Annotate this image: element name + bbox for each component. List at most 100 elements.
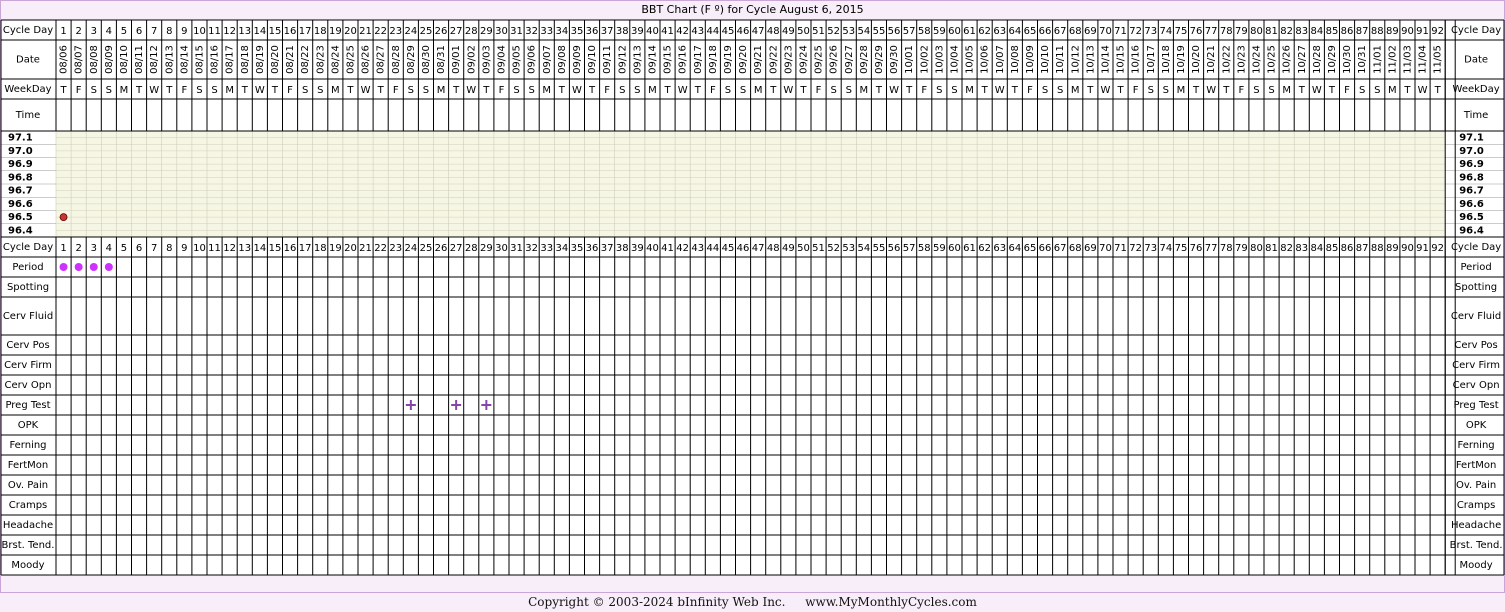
cycle-day-number: 37 <box>601 243 614 254</box>
cycle-day-number: 32 <box>525 243 538 254</box>
symptom-row-brst-tend-label-right: Brst. Tend. <box>1450 540 1503 551</box>
cycle-day-number: 69 <box>1084 26 1097 37</box>
cycle-day-number: 28 <box>465 26 478 37</box>
cycle-day-number: 87 <box>1356 243 1369 254</box>
weekday-label: F <box>1238 85 1244 96</box>
cycle-day-number: 31 <box>510 243 523 254</box>
date-label: 08/07 <box>74 45 85 74</box>
date-label: 09/14 <box>647 45 658 74</box>
weekday-label: S <box>106 85 112 96</box>
temp-tick-label-right: 96.8 <box>1459 172 1484 183</box>
cycle-day-number: 67 <box>1054 26 1067 37</box>
date-label: 08/19 <box>255 45 266 74</box>
cycle-day-number: 80 <box>1250 26 1263 37</box>
cycle-day-number: 3 <box>91 26 97 37</box>
cycle-day-number: 32 <box>525 26 538 37</box>
date-label: 08/13 <box>164 45 175 74</box>
date-label: 10/13 <box>1085 45 1096 74</box>
cycle-day-number: 39 <box>631 26 644 37</box>
cycle-day-number: 13 <box>238 243 251 254</box>
date-label: 08/14 <box>179 45 190 74</box>
weekday-label: S <box>528 85 534 96</box>
cycle-day-row-label-right: Cycle Day <box>1451 25 1501 36</box>
cycle-day-number: 74 <box>1159 26 1172 37</box>
weekday-label: T <box>558 85 566 96</box>
date-label: 09/02 <box>466 45 477 74</box>
cycle-day-number: 91 <box>1416 243 1429 254</box>
date-label: 10/18 <box>1161 45 1172 74</box>
weekday-label: T <box>482 85 490 96</box>
cycle-day-number: 16 <box>284 243 297 254</box>
weekday-label: S <box>302 85 308 96</box>
cycle-day-number: 7 <box>151 26 157 37</box>
weekday-label: S <box>936 85 942 96</box>
weekday-label: S <box>423 85 429 96</box>
cycle-day-number: 64 <box>1008 243 1021 254</box>
cycle-day-number: 86 <box>1341 243 1354 254</box>
cycle-day-number: 72 <box>1129 243 1142 254</box>
date-label: 08/20 <box>270 45 281 74</box>
cycle-day-number: 76 <box>1190 26 1203 37</box>
weekday-label: W <box>1206 85 1216 96</box>
temp-tick-label-left: 96.6 <box>8 199 33 210</box>
temp-tick-label-left: 97.0 <box>8 146 33 157</box>
weekday-label: S <box>1148 85 1154 96</box>
cycle-day-number: 14 <box>253 243 266 254</box>
weekday-label: S <box>513 85 519 96</box>
temp-tick-label-left: 96.8 <box>8 172 33 183</box>
date-label: 10/20 <box>1191 45 1202 74</box>
cycle-day-number: 15 <box>269 26 282 37</box>
cycle-day-number: 2 <box>75 243 81 254</box>
date-label: 08/21 <box>285 45 296 74</box>
cycle-day-number: 64 <box>1008 26 1021 37</box>
date-label: 10/07 <box>995 45 1006 74</box>
cycle-day-number: 12 <box>223 243 236 254</box>
cycle-day-number: 6 <box>136 243 142 254</box>
date-label: 09/27 <box>844 45 855 74</box>
date-label: 08/26 <box>361 45 372 74</box>
date-label: 10/25 <box>1267 45 1278 74</box>
cycle-day-number: 84 <box>1310 26 1323 37</box>
cycle-day-number: 59 <box>933 243 946 254</box>
date-label: 10/26 <box>1282 45 1293 74</box>
date-label: 08/31 <box>436 45 447 74</box>
cycle-day-number: 60 <box>948 243 961 254</box>
symptom-row-period-label-left: Period <box>12 262 43 273</box>
cycle-day-number: 75 <box>1175 26 1188 37</box>
date-label: 10/19 <box>1176 45 1187 74</box>
cycle-day-number: 87 <box>1356 26 1369 37</box>
site-link[interactable]: www.MyMonthlyCycles.com <box>805 595 977 609</box>
cycle-day-number: 24 <box>404 243 417 254</box>
cycle-day-number: 68 <box>1069 243 1082 254</box>
weekday-label: F <box>604 85 610 96</box>
cycle-day-number: 57 <box>903 26 916 37</box>
date-label: 09/05 <box>512 45 523 74</box>
date-label: 08/22 <box>300 45 311 74</box>
date-label: 11/02 <box>1387 45 1398 74</box>
cycle-day-number: 39 <box>631 243 644 254</box>
cycle-day-number: 55 <box>873 26 886 37</box>
cycle-day-number: 90 <box>1401 26 1414 37</box>
cycle-day-number: 83 <box>1295 243 1308 254</box>
temp-tick-label-right: 96.7 <box>1459 186 1484 197</box>
cycle-day-number: 53 <box>842 26 855 37</box>
cycle-day-number: 12 <box>223 26 236 37</box>
symptom-row-brst-tend-label-left: Brst. Tend. <box>2 540 55 551</box>
date-label: 09/16 <box>678 45 689 74</box>
period-dot <box>74 263 83 271</box>
cycle-day-number: 82 <box>1280 26 1293 37</box>
date-label: 09/29 <box>874 45 885 74</box>
weekday-label: T <box>241 85 249 96</box>
cycle-day-number: 33 <box>540 243 553 254</box>
symptom-row-cramps-label-left: Cramps <box>9 500 48 511</box>
date-label: 09/04 <box>496 45 507 74</box>
cycle-day-number: 8 <box>166 26 172 37</box>
weekday-label: W <box>889 85 899 96</box>
cycle-day-number: 25 <box>420 26 433 37</box>
cycle-day-number: 79 <box>1235 243 1248 254</box>
weekday-label: W <box>572 85 582 96</box>
cycle-day-number: 8 <box>166 243 172 254</box>
cycle-day-number: 56 <box>888 243 901 254</box>
date-label: 08/16 <box>210 45 221 74</box>
weekday-label: F <box>181 85 187 96</box>
